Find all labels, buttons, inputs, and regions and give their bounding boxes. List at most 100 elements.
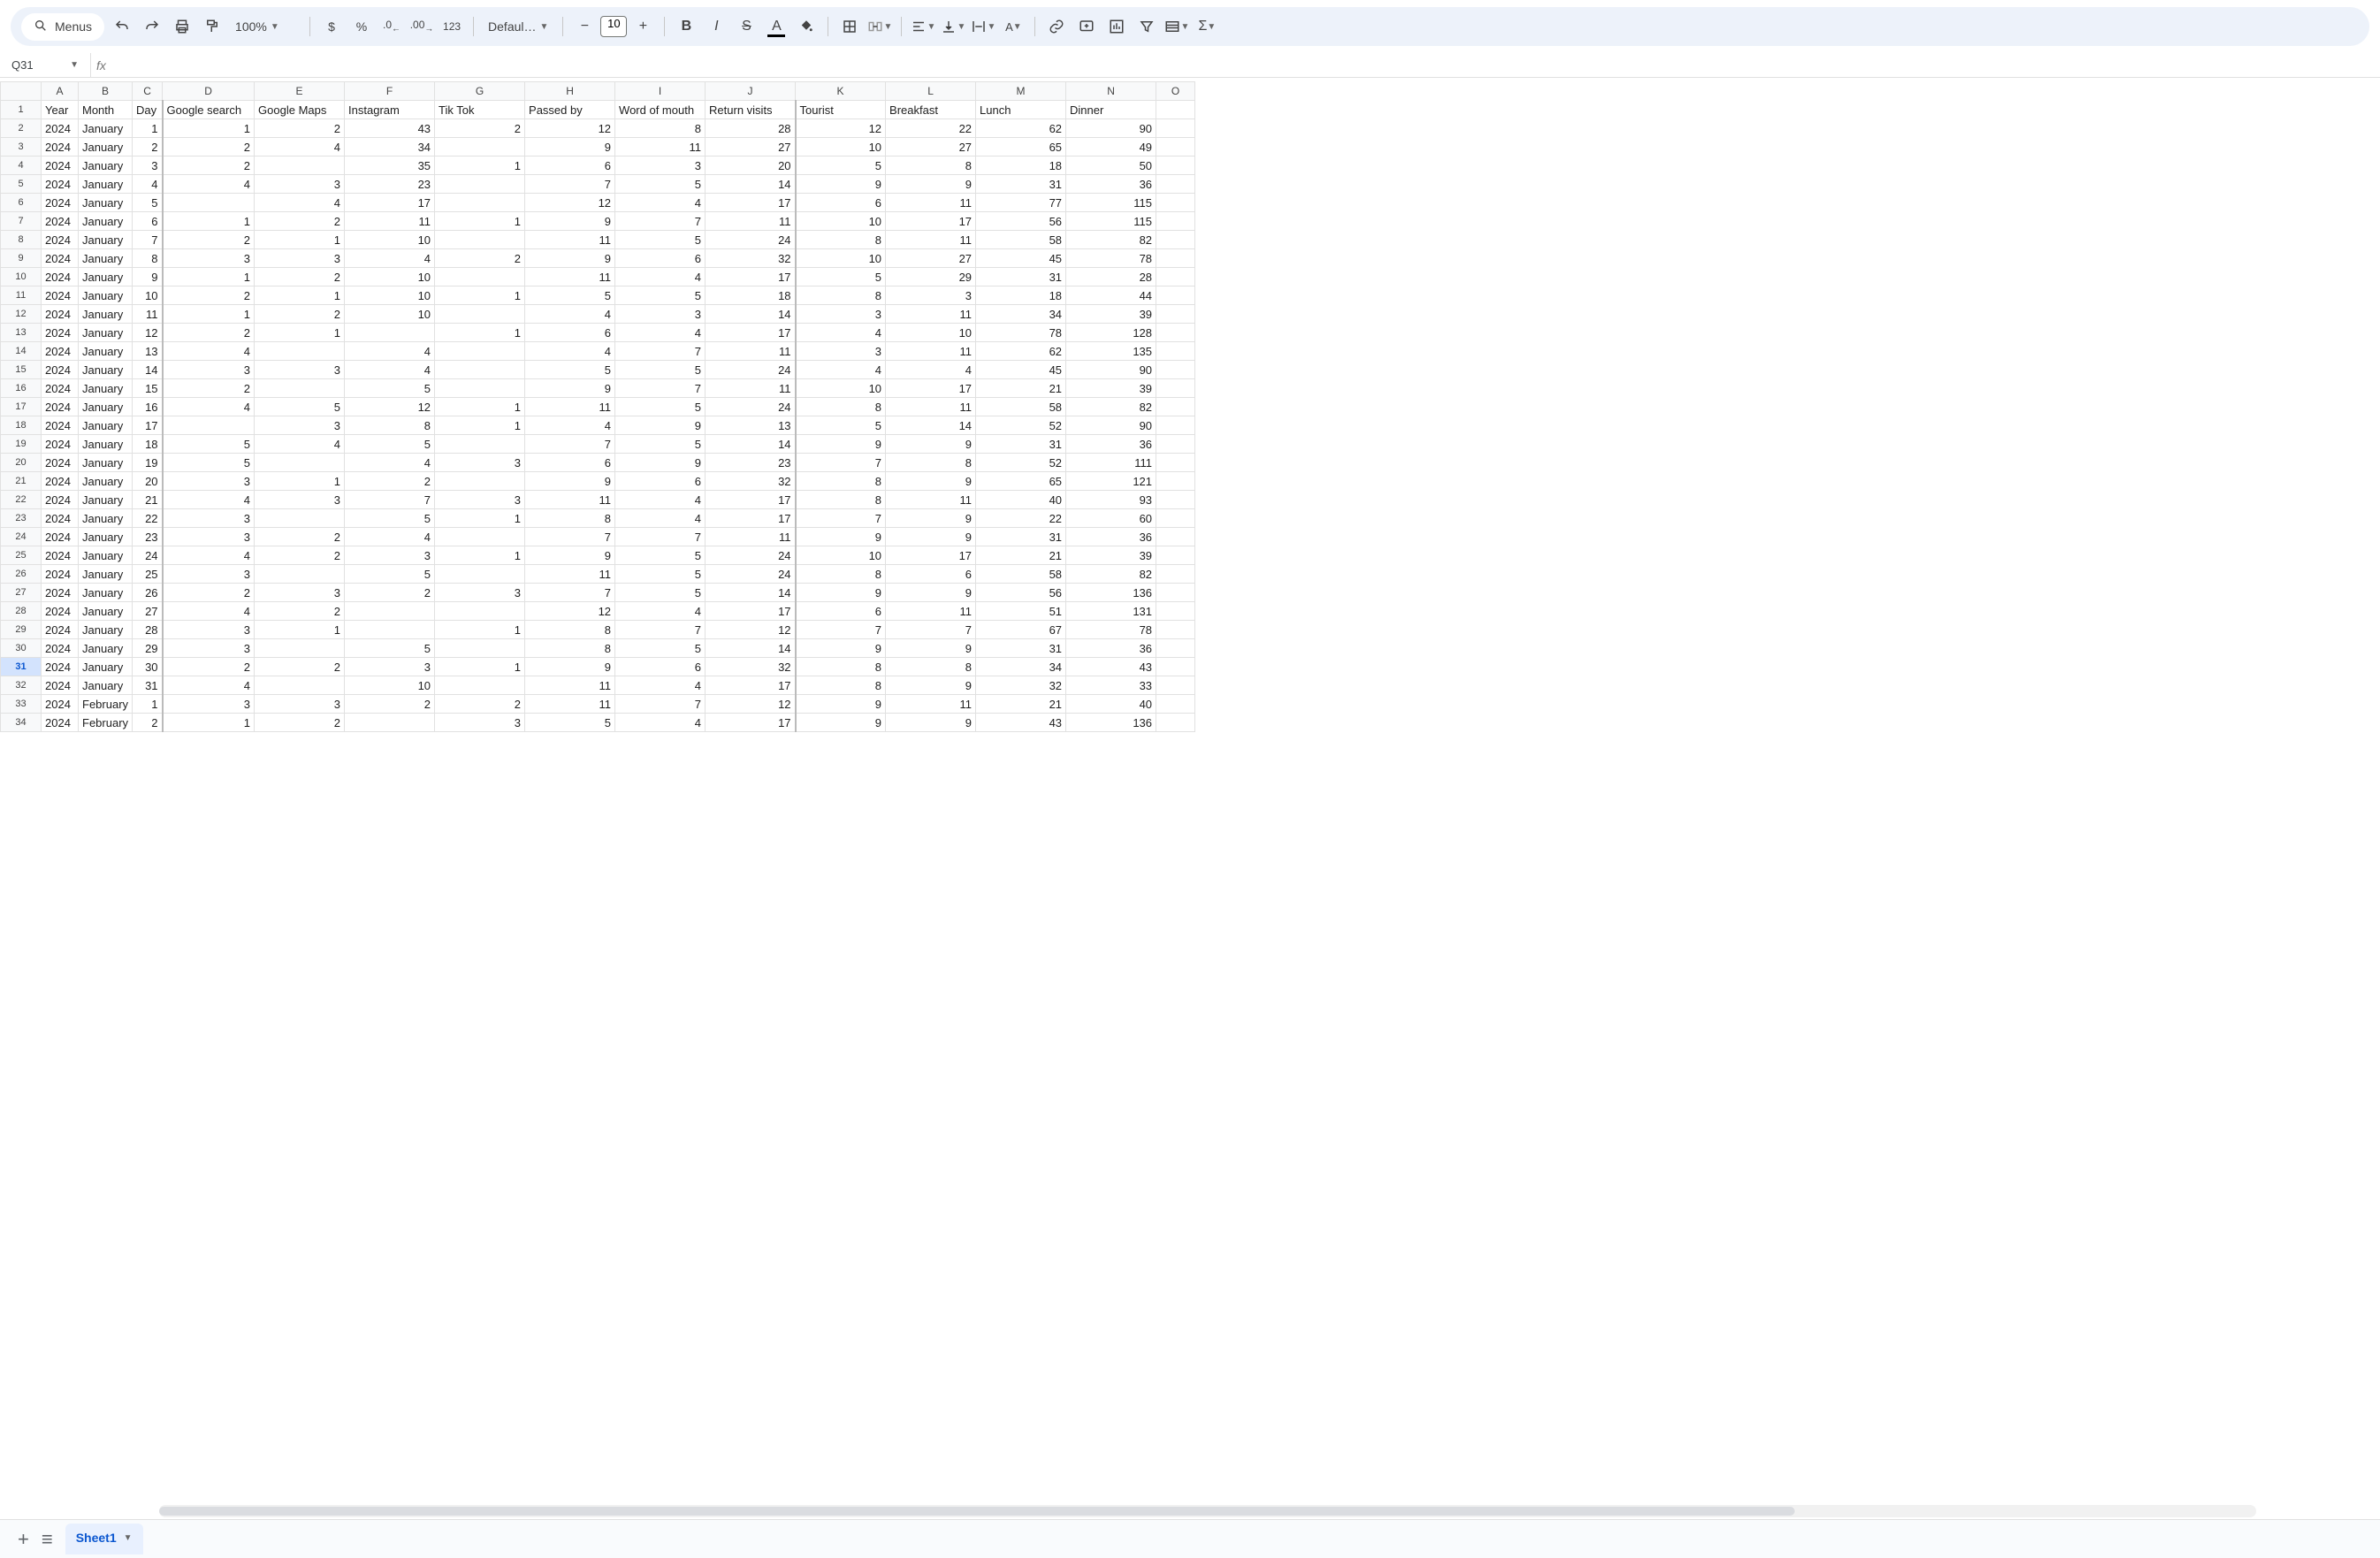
- cell[interactable]: 14: [133, 361, 163, 379]
- cell[interactable]: 115: [1066, 212, 1156, 231]
- cell[interactable]: 40: [1066, 695, 1156, 714]
- cell[interactable]: 65: [976, 138, 1066, 157]
- cell[interactable]: 9: [886, 584, 976, 602]
- cell[interactable]: 4: [255, 138, 345, 157]
- cell[interactable]: 2: [163, 286, 255, 305]
- cell[interactable]: [1156, 714, 1195, 732]
- cell[interactable]: 9: [796, 639, 886, 658]
- cell[interactable]: 9: [525, 658, 615, 676]
- cell[interactable]: 2024: [42, 491, 79, 509]
- cell[interactable]: 2: [163, 658, 255, 676]
- row-header[interactable]: 22: [1, 491, 42, 509]
- cell[interactable]: 11: [525, 676, 615, 695]
- cell[interactable]: January: [79, 528, 133, 546]
- cell[interactable]: January: [79, 138, 133, 157]
- cell[interactable]: 2: [255, 119, 345, 138]
- row-header[interactable]: 12: [1, 305, 42, 324]
- cell[interactable]: [1156, 175, 1195, 194]
- cell[interactable]: 39: [1066, 546, 1156, 565]
- cell[interactable]: 1: [255, 472, 345, 491]
- cell[interactable]: 11: [706, 379, 796, 398]
- cell[interactable]: 4: [345, 361, 435, 379]
- cell[interactable]: 29: [886, 268, 976, 286]
- cell[interactable]: 17: [706, 676, 796, 695]
- cell[interactable]: Dinner: [1066, 101, 1156, 119]
- cell[interactable]: January: [79, 546, 133, 565]
- cell[interactable]: 52: [976, 454, 1066, 472]
- cell[interactable]: 5: [796, 416, 886, 435]
- cell[interactable]: 3: [163, 361, 255, 379]
- cell[interactable]: [1156, 528, 1195, 546]
- cell[interactable]: January: [79, 379, 133, 398]
- cell[interactable]: 6: [525, 324, 615, 342]
- more-formats-button[interactable]: 123: [439, 14, 464, 39]
- cell[interactable]: January: [79, 231, 133, 249]
- cell[interactable]: 2: [345, 584, 435, 602]
- cell[interactable]: 2024: [42, 138, 79, 157]
- cell[interactable]: 8: [796, 286, 886, 305]
- fill-color-button[interactable]: [794, 14, 819, 39]
- cell[interactable]: 9: [796, 695, 886, 714]
- cell[interactable]: 2024: [42, 305, 79, 324]
- cell[interactable]: [1156, 565, 1195, 584]
- cell[interactable]: 1: [435, 398, 525, 416]
- cell[interactable]: 9: [796, 584, 886, 602]
- scrollbar-thumb[interactable]: [159, 1507, 1795, 1516]
- cell[interactable]: [1156, 602, 1195, 621]
- cell[interactable]: [1156, 286, 1195, 305]
- cell[interactable]: 9: [615, 454, 706, 472]
- cell[interactable]: 2024: [42, 175, 79, 194]
- cell[interactable]: 11: [886, 194, 976, 212]
- cell[interactable]: [435, 305, 525, 324]
- cell[interactable]: 20: [133, 472, 163, 491]
- cell[interactable]: 14: [706, 639, 796, 658]
- cell[interactable]: 23: [706, 454, 796, 472]
- cell[interactable]: 9: [886, 676, 976, 695]
- cell[interactable]: 12: [525, 194, 615, 212]
- cell[interactable]: 9: [886, 528, 976, 546]
- row-header[interactable]: 6: [1, 194, 42, 212]
- cell[interactable]: 3: [796, 342, 886, 361]
- cell[interactable]: 3: [255, 361, 345, 379]
- cell[interactable]: 6: [615, 249, 706, 268]
- cell[interactable]: 4: [615, 714, 706, 732]
- cell[interactable]: 11: [886, 602, 976, 621]
- cell[interactable]: 27: [706, 138, 796, 157]
- cell[interactable]: 5: [796, 157, 886, 175]
- cell[interactable]: [435, 175, 525, 194]
- cell[interactable]: 4: [163, 491, 255, 509]
- cell[interactable]: 8: [796, 231, 886, 249]
- row-header[interactable]: 14: [1, 342, 42, 361]
- cell[interactable]: [1156, 138, 1195, 157]
- cell[interactable]: 34: [976, 658, 1066, 676]
- cell[interactable]: 4: [345, 342, 435, 361]
- cell[interactable]: [1156, 305, 1195, 324]
- cell[interactable]: 11: [525, 695, 615, 714]
- cell[interactable]: 11: [525, 565, 615, 584]
- cell[interactable]: 22: [976, 509, 1066, 528]
- cell[interactable]: 3: [796, 305, 886, 324]
- row-header[interactable]: 15: [1, 361, 42, 379]
- cell[interactable]: [1156, 435, 1195, 454]
- cell[interactable]: 34: [345, 138, 435, 157]
- cell[interactable]: 17: [706, 324, 796, 342]
- cell[interactable]: 10: [345, 305, 435, 324]
- cell[interactable]: 1: [163, 714, 255, 732]
- cell[interactable]: 8: [133, 249, 163, 268]
- cell[interactable]: 1: [163, 268, 255, 286]
- cell[interactable]: 3: [163, 621, 255, 639]
- cell[interactable]: 2024: [42, 621, 79, 639]
- cell[interactable]: 31: [976, 639, 1066, 658]
- cell[interactable]: 2024: [42, 528, 79, 546]
- cell[interactable]: 17: [706, 602, 796, 621]
- cell[interactable]: January: [79, 212, 133, 231]
- cell[interactable]: 21: [133, 491, 163, 509]
- cell[interactable]: 27: [886, 138, 976, 157]
- cell[interactable]: 11: [615, 138, 706, 157]
- cell[interactable]: 5: [615, 361, 706, 379]
- cell[interactable]: 7: [796, 621, 886, 639]
- cell[interactable]: 11: [525, 231, 615, 249]
- cell[interactable]: Year: [42, 101, 79, 119]
- cell[interactable]: 82: [1066, 231, 1156, 249]
- cell[interactable]: 8: [615, 119, 706, 138]
